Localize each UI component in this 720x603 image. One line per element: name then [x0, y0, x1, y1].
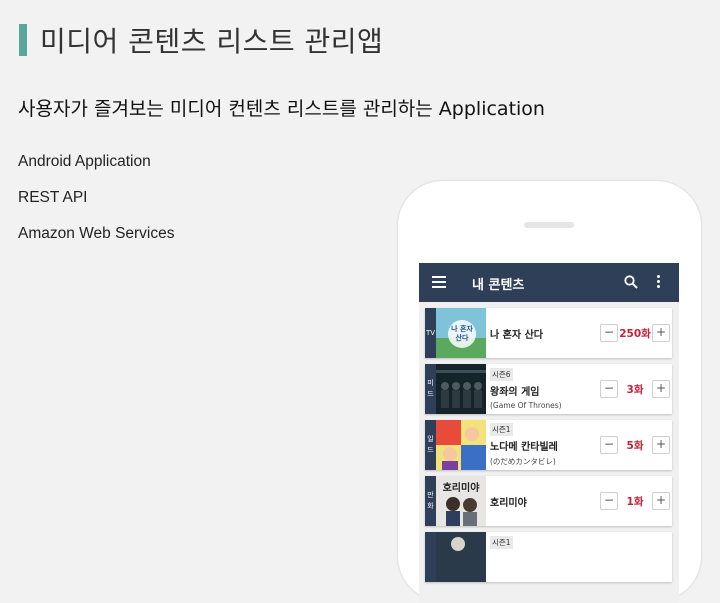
content-card[interactable]: 만화 호리미야 호리미야 − 1화 +: [425, 476, 672, 526]
decrement-button[interactable]: −: [600, 436, 618, 454]
category-label: TV: [425, 308, 436, 358]
content-thumbnail: 나 혼자 산다: [436, 308, 486, 358]
svg-text:산다: 산다: [456, 333, 469, 342]
content-info: 나 혼자 산다: [490, 308, 600, 358]
decrement-button[interactable]: −: [600, 324, 618, 342]
original-title: (のだめカンタビレ): [490, 457, 556, 466]
episode-count: 250화: [619, 328, 651, 340]
title-accent-bar: [19, 24, 27, 56]
content-card[interactable]: 일드 시즌1 노다메 칸타빌레 (のだめカンタビレ) − 5화 +: [425, 420, 672, 470]
season-badge: 시즌1: [490, 423, 513, 436]
phone-speaker: [524, 222, 574, 228]
content-thumbnail: 호리미야: [436, 476, 486, 526]
content-info: 시즌1 노다메 칸타빌레 (のだめカンタビレ): [490, 420, 600, 470]
content-thumbnail: [436, 420, 486, 470]
category-label: 만화: [425, 476, 436, 526]
content-title: 나 혼자 산다: [490, 329, 543, 341]
category-label: 일드: [425, 420, 436, 470]
season-badge: 시즌1: [490, 536, 513, 549]
app-bar: 내 콘텐츠: [419, 263, 679, 302]
content-card[interactable]: TV 나 혼자 산다 나 혼자 산다 − 250화 +: [425, 308, 672, 358]
app-title: 내 콘텐츠: [472, 278, 525, 293]
increment-button[interactable]: +: [652, 492, 670, 510]
category-label: 미드: [425, 364, 436, 414]
category-label: [425, 532, 436, 582]
search-icon[interactable]: [624, 274, 638, 289]
content-card[interactable]: 미드 시즌6 왕좌의 게임 (Game Of Thrones) − 3화 +: [425, 364, 672, 414]
season-badge: 시즌6: [490, 368, 513, 381]
tech-list: Android Application REST API Amazon Web …: [18, 150, 175, 258]
svg-text:호리미야: 호리미야: [443, 481, 481, 494]
content-card[interactable]: 시즌1: [425, 532, 672, 582]
content-thumbnail: [436, 532, 486, 582]
content-title: 노다메 칸타빌레: [490, 442, 558, 453]
original-title: (Game Of Thrones): [490, 401, 562, 410]
tech-item: Amazon Web Services: [18, 225, 175, 242]
content-title: 호리미야: [490, 497, 527, 509]
tech-item: Android Application: [18, 153, 151, 170]
phone-mockup: 내 콘텐츠 TV 나 혼자 산다 나 혼자 산다 − 250화 + 미 드 시즌…: [397, 180, 702, 603]
slide-title: 미디어 콘텐츠 리스트 관리앱: [40, 25, 384, 58]
episode-count: 5화: [626, 440, 644, 452]
slide-subtitle: 사용자가 즐겨보는 미디어 컨텐츠 리스트를 관리하는 Application: [18, 98, 545, 120]
decrement-button[interactable]: −: [600, 380, 618, 398]
content-title: 왕좌의 게임: [490, 387, 540, 398]
increment-button[interactable]: +: [652, 436, 670, 454]
content-thumbnail: [436, 364, 486, 414]
decrement-button[interactable]: −: [600, 492, 618, 510]
more-vert-icon[interactable]: [657, 275, 661, 289]
episode-count: 3화: [626, 384, 644, 396]
content-info: 시즌1: [490, 532, 600, 586]
menu-icon[interactable]: [432, 276, 446, 288]
increment-button[interactable]: +: [652, 380, 670, 398]
tech-item: REST API: [18, 189, 88, 206]
increment-button[interactable]: +: [652, 324, 670, 342]
content-info: 시즌6 왕좌의 게임 (Game Of Thrones): [490, 364, 600, 414]
svg-text:나 혼자: 나 혼자: [451, 324, 473, 333]
phone-screen: 내 콘텐츠 TV 나 혼자 산다 나 혼자 산다 − 250화 + 미 드 시즌…: [419, 263, 679, 603]
content-info: 호리미야: [490, 476, 600, 526]
episode-count: 1화: [626, 496, 644, 508]
